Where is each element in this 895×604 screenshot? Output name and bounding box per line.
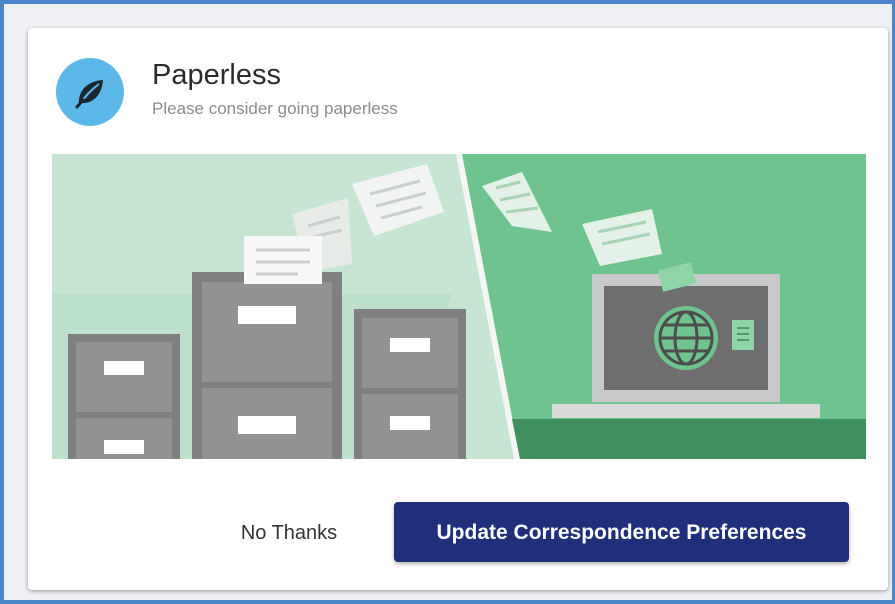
paperless-illustration — [52, 154, 866, 459]
dialog-title: Paperless — [152, 59, 281, 91]
paper-sheet — [244, 236, 322, 284]
globe-icon — [654, 306, 718, 370]
dialog-subtitle: Please consider going paperless — [152, 99, 398, 118]
filing-cabinet — [192, 272, 342, 459]
dialog-actions: No Thanks Update Correspondence Preferen… — [28, 500, 888, 564]
paperless-dialog: Paperless Please consider going paperles… — [28, 28, 888, 590]
no-thanks-button[interactable]: No Thanks — [214, 508, 364, 556]
avatar — [56, 58, 124, 126]
leaf-icon — [75, 80, 103, 109]
update-correspondence-preferences-button[interactable]: Update Correspondence Preferences — [394, 502, 849, 562]
laptop — [552, 262, 820, 418]
window-frame: Paperless Please consider going paperles… — [0, 0, 895, 604]
filing-cabinet — [354, 309, 466, 459]
filing-cabinet — [68, 334, 180, 459]
